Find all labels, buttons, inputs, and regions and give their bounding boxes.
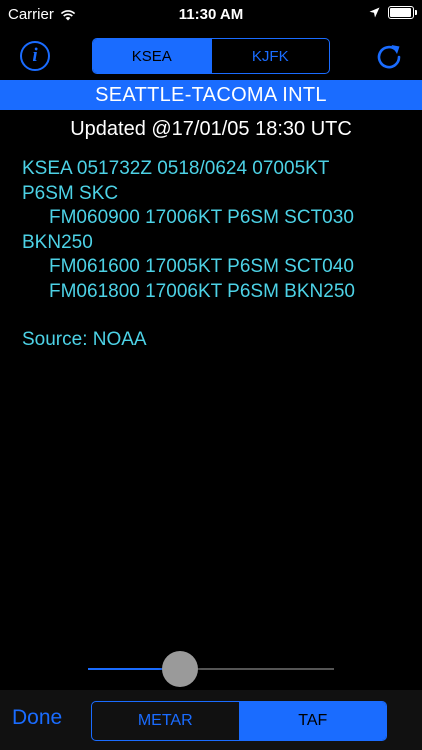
slider-thumb[interactable] [161, 651, 198, 687]
report-source: Source: NOAA [22, 329, 147, 350]
info-button[interactable]: i [20, 41, 50, 71]
station-name-banner: SEATTLE-TACOMA INTL [0, 80, 422, 110]
updated-timestamp: Updated @17/01/05 18:30 UTC [70, 118, 352, 140]
report-line: FM060900 17006KT P6SM SCT030 [49, 207, 354, 228]
font-size-slider[interactable] [88, 651, 334, 687]
report-line: FM061600 17005KT P6SM SCT040 [49, 256, 354, 277]
report-line: P6SM SKC [22, 182, 119, 204]
battery-icon [388, 6, 417, 19]
slider-track-empty [179, 668, 334, 670]
station-tab-kjfk[interactable]: KJFK [210, 39, 330, 73]
refresh-icon[interactable] [374, 41, 404, 71]
location-arrow-icon [369, 7, 380, 18]
nav-bar: i KSEA KJFK [0, 30, 422, 80]
taf-report: KSEA 051732Z 0518/0624 07005KT P6SM SKC … [22, 157, 402, 353]
report-spacer [22, 304, 402, 328]
done-button[interactable]: Done [12, 706, 62, 730]
report-line: KSEA 051732Z 0518/0624 07005KT [22, 158, 330, 179]
tab-taf[interactable]: TAF [238, 702, 386, 740]
tab-metar[interactable]: METAR [92, 702, 239, 740]
station-tab-ksea[interactable]: KSEA [93, 39, 211, 73]
info-icon: i [32, 45, 38, 66]
report-type-segmented-control: METAR TAF [91, 701, 387, 741]
station-segmented-control: KSEA KJFK [92, 38, 330, 74]
report-line: BKN250 [22, 231, 93, 253]
status-right [369, 6, 417, 19]
bottom-toolbar: Done METAR TAF [0, 690, 422, 750]
status-bar: Carrier 11:30 AM [0, 0, 422, 30]
status-time: 11:30 AM [178, 6, 244, 23]
report-line: FM061800 17006KT P6SM BKN250 [49, 280, 355, 302]
